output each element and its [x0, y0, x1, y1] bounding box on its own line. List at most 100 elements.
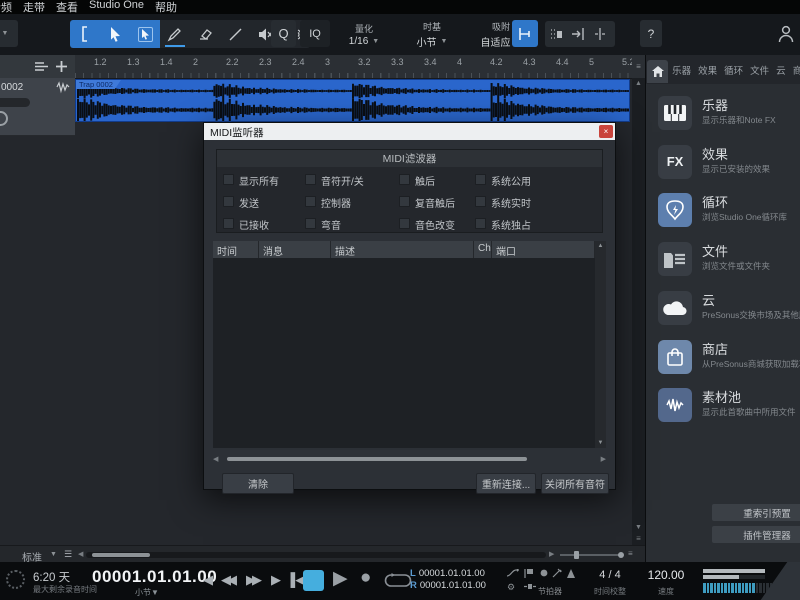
iq-button[interactable]: IQ [300, 20, 330, 47]
line-tool-button[interactable] [220, 20, 250, 48]
checkbox-显示所有[interactable] [223, 174, 234, 185]
autoscroll-icon[interactable] [545, 23, 567, 45]
menu-item-0[interactable]: 音频 [0, 0, 12, 14]
range-tool-button[interactable] [130, 20, 160, 48]
checkbox-复音触后[interactable] [399, 196, 410, 207]
checkbox-系统独占[interactable] [475, 218, 486, 229]
checkbox-已接收[interactable] [223, 218, 234, 229]
help-button[interactable]: ? [640, 20, 662, 47]
browser-item-0[interactable]: 乐器 显示乐器和Note FX [646, 92, 800, 140]
chevron-down-icon[interactable]: ▼ [50, 551, 57, 558]
follow-edit-icon[interactable] [567, 23, 589, 45]
marker-icon[interactable] [524, 569, 534, 580]
plugin-manager-button[interactable]: 插件管理器 [712, 526, 800, 543]
reconnect-button[interactable]: 重新连接... [476, 473, 536, 494]
position-unit[interactable]: 小节▼ [92, 587, 202, 598]
audio-clip[interactable]: Trap 0002 [75, 79, 630, 122]
pencil-tool-button[interactable] [160, 20, 190, 48]
checkbox-触后[interactable] [399, 174, 410, 185]
timeline-ruler[interactable]: 1.21.31.422.22.32.433.23.33.444.24.34.45… [75, 55, 632, 78]
scroll-up-icon[interactable]: ▲ [632, 80, 645, 87]
zoom-presets-icon[interactable]: ≡ [628, 549, 633, 558]
zoom-slider-thumb[interactable] [574, 551, 579, 559]
browser-tab-4[interactable]: 云 [776, 63, 786, 77]
scroll-left-icon[interactable]: ◀ [78, 550, 83, 558]
arrow-tool-button[interactable] [100, 20, 130, 48]
table-horizontal-scrollbar[interactable]: ◀ ▶ [213, 454, 606, 464]
checkbox-音符开/关[interactable] [305, 174, 316, 185]
menu-item-4[interactable]: 帮助 [155, 0, 177, 14]
checkbox-音色改变[interactable] [399, 218, 410, 229]
menu-item-2[interactable]: 查看 [56, 0, 78, 14]
list-icon[interactable]: ☰ [64, 549, 72, 560]
stop-button[interactable] [303, 570, 324, 591]
play-button[interactable]: ▶ [333, 567, 348, 590]
scroll-up-icon[interactable]: ▲ [595, 243, 606, 249]
eraser-tool-button[interactable] [190, 20, 220, 48]
monitor-button[interactable] [0, 111, 8, 126]
playhead-position[interactable]: 00001.01.01.00 [92, 567, 202, 587]
dialog-titlebar[interactable]: MIDI监听器 × [204, 123, 615, 140]
column-header-2[interactable]: 描述 [331, 241, 474, 258]
track-header[interactable]: Trap 0002 [0, 78, 75, 136]
track-fader-pill[interactable] [0, 98, 30, 107]
vertical-scrollbar[interactable]: ▲ ▼ ≡ [632, 78, 645, 545]
column-header-4[interactable]: 端口 [492, 241, 595, 258]
scroll-down-icon[interactable]: ▼ [595, 440, 606, 446]
checkbox-系统公用[interactable] [475, 174, 486, 185]
browser-item-1[interactable]: FX 效果 显示已安装的效果 [646, 141, 800, 189]
settings-gear-icon[interactable]: ⚙ [507, 582, 515, 593]
browser-item-5[interactable]: 商店 从PreSonus商城获取加载项 [646, 336, 800, 384]
browser-item-6[interactable]: 素材池 显示此首歌曲中所用文件 [646, 384, 800, 432]
track-list-icon[interactable] [35, 62, 48, 71]
record-button[interactable]: ● [360, 567, 371, 589]
prev-marker-button[interactable]: ◀ [203, 570, 213, 590]
next-marker-button[interactable]: ▶ [271, 570, 281, 590]
time-signature-value[interactable]: 4 / 4 [588, 569, 632, 581]
bracket-tool-button[interactable] [70, 20, 100, 48]
metronome-icon[interactable] [566, 569, 576, 580]
quantize-dropdown[interactable]: 量化 1/16▼ [336, 19, 392, 49]
browser-item-3[interactable]: 文件 浏览文件或文件夹 [646, 238, 800, 286]
checkbox-弯音[interactable] [305, 218, 316, 229]
precount-record-icon[interactable] [540, 569, 548, 579]
column-header-1[interactable]: 消息 [259, 241, 331, 258]
scrollbar-thumb[interactable] [92, 553, 150, 557]
tuner-icon[interactable] [552, 569, 562, 580]
menu-item-1[interactable]: 走带 [23, 0, 45, 14]
scroll-down-icon[interactable]: ▼ [632, 524, 645, 531]
fast-forward-button[interactable]: ▶▶ [246, 570, 258, 590]
reindex-presets-button[interactable]: 重索引预置 [712, 504, 800, 521]
checkbox-发送[interactable] [223, 196, 234, 207]
checkbox-系统实时[interactable] [475, 196, 486, 207]
table-vertical-scrollbar[interactable]: ▲ ▼ [595, 241, 606, 448]
loop-button[interactable] [385, 573, 411, 588]
browser-home-tab[interactable] [647, 60, 668, 83]
all-notes-off-button[interactable]: 关闭所有音符 [541, 473, 609, 494]
column-header-3[interactable]: Ch [474, 241, 492, 258]
checkbox-控制器[interactable] [305, 196, 316, 207]
loop-end-row[interactable]: R00001.01.01.00 [410, 580, 486, 591]
browser-tab-1[interactable]: 效果 [698, 63, 717, 77]
snap-toggle-button[interactable] [512, 20, 538, 47]
timebase-dropdown[interactable]: 时基 小节▼ [404, 19, 460, 49]
menu-item-3[interactable]: Studio One [89, 0, 144, 14]
loop-start-row[interactable]: L00001.01.01.00 [410, 568, 485, 579]
browser-item-4[interactable]: 云 PreSonus交换市场及其他服务 [646, 287, 800, 335]
event-table-body[interactable] [213, 258, 595, 448]
corner-dropdown-button[interactable]: ▼ [0, 20, 18, 47]
user-profile-icon[interactable] [775, 23, 797, 45]
quantize-q-button[interactable]: Q [271, 20, 296, 47]
browser-tab-5[interactable]: 商店 [793, 63, 800, 77]
browser-tab-3[interactable]: 文件 [750, 63, 769, 77]
close-button[interactable]: × [599, 125, 613, 138]
scroll-right-icon[interactable]: ▶ [601, 455, 606, 463]
zoom-presets-icon[interactable]: ≡ [632, 534, 645, 543]
browser-item-2[interactable]: 循环 浏览Studio One循环库 [646, 189, 800, 237]
zoom-presets-icon[interactable]: ≡ [636, 62, 641, 71]
clear-button[interactable]: 清除 [222, 473, 294, 494]
split-cursor-icon[interactable] [589, 23, 611, 45]
zoom-slider[interactable] [560, 554, 622, 556]
scrollbar-thumb[interactable] [227, 457, 527, 461]
scroll-right-icon[interactable]: ▶ [549, 550, 554, 558]
